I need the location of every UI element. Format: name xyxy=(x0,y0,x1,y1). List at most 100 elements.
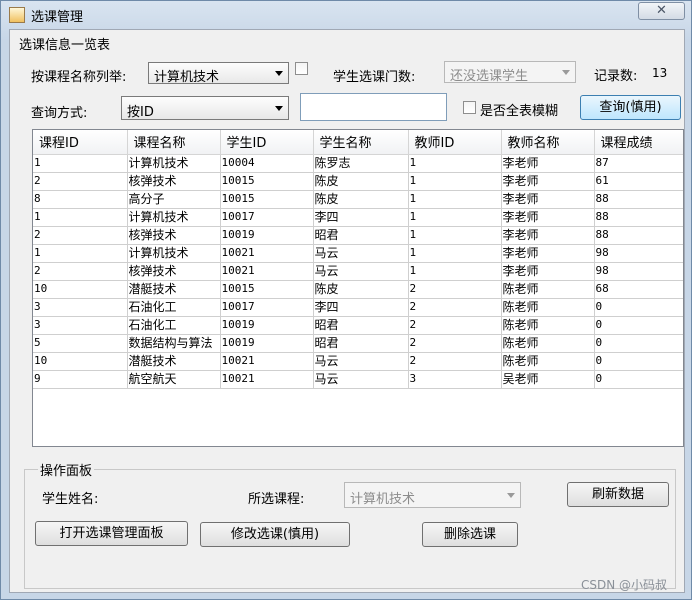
table-cell[interactable]: 10019 xyxy=(220,316,314,335)
table-cell[interactable]: 陈皮 xyxy=(313,280,409,299)
table-cell[interactable]: 1 xyxy=(408,190,502,209)
table-cell[interactable]: 潜艇技术 xyxy=(127,280,221,299)
table-cell[interactable]: 陈老师 xyxy=(501,280,595,299)
column-header[interactable]: 课程ID xyxy=(33,130,128,155)
table-cell[interactable]: 2 xyxy=(408,316,502,335)
table-cell[interactable]: 李四 xyxy=(313,298,409,317)
table-cell[interactable]: 马云 xyxy=(313,244,409,263)
table-cell[interactable]: 航空航天 xyxy=(127,370,221,389)
table-cell[interactable]: 计算机技术 xyxy=(127,244,221,263)
table-cell[interactable]: 0 xyxy=(594,352,683,371)
table-row[interactable]: 10 潜艇技术 10021 马云 2 陈老师 0 xyxy=(33,352,683,371)
table-cell[interactable]: 数据结构与算法 xyxy=(127,334,221,353)
table-cell[interactable]: 10021 xyxy=(220,262,314,281)
table-cell[interactable]: 0 xyxy=(594,334,683,353)
table-cell[interactable]: 吴老师 xyxy=(501,370,595,389)
table-row[interactable]: 2 核弹技术 10015 陈皮 1 李老师 61 xyxy=(33,172,683,191)
table-cell[interactable]: 2 xyxy=(408,352,502,371)
table-cell[interactable]: 1 xyxy=(408,172,502,191)
table-row[interactable]: 3 石油化工 10017 李四 2 陈老师 0 xyxy=(33,298,683,317)
column-header[interactable]: 教师名称 xyxy=(501,130,595,155)
delete-button[interactable]: 删除选课 xyxy=(422,522,518,547)
table-cell[interactable]: 马云 xyxy=(313,370,409,389)
table-cell[interactable]: 1 xyxy=(408,208,502,227)
table-cell[interactable]: 10019 xyxy=(220,226,314,245)
table-cell[interactable]: 李老师 xyxy=(501,172,595,191)
table-cell[interactable]: 陈老师 xyxy=(501,352,595,371)
table-cell[interactable]: 昭君 xyxy=(313,316,409,335)
table-cell[interactable]: 李老师 xyxy=(501,154,595,173)
table-cell[interactable]: 98 xyxy=(594,244,683,263)
table-cell[interactable]: 昭君 xyxy=(313,334,409,353)
column-header[interactable]: 课程成绩 xyxy=(594,130,683,155)
table-cell[interactable]: 潜艇技术 xyxy=(127,352,221,371)
title-bar[interactable]: 选课管理 ✕ xyxy=(1,1,691,27)
table-cell[interactable]: 核弹技术 xyxy=(127,172,221,191)
table-cell[interactable]: 10015 xyxy=(220,172,314,191)
course-name-combo[interactable]: 计算机技术 xyxy=(148,62,289,85)
table-cell[interactable]: 计算机技术 xyxy=(127,208,221,227)
table-cell[interactable]: 李老师 xyxy=(501,190,595,209)
table-cell[interactable]: 10015 xyxy=(220,280,314,299)
table-cell[interactable]: 2 xyxy=(33,172,128,191)
table-row[interactable]: 5 数据结构与算法 10019 昭君 2 陈老师 0 xyxy=(33,334,683,353)
table-cell[interactable]: 石油化工 xyxy=(127,298,221,317)
course-filter-checkbox[interactable] xyxy=(295,62,308,75)
table-cell[interactable]: 2 xyxy=(33,226,128,245)
modify-button[interactable]: 修改选课(慎用) xyxy=(200,522,350,547)
column-header[interactable]: 学生ID xyxy=(220,130,314,155)
table-cell[interactable]: 87 xyxy=(594,154,683,173)
table-cell[interactable]: 1 xyxy=(408,244,502,263)
table-cell[interactable]: 李四 xyxy=(313,208,409,227)
table-row[interactable]: 10 潜艇技术 10015 陈皮 2 陈老师 68 xyxy=(33,280,683,299)
table-cell[interactable]: 9 xyxy=(33,370,128,389)
table-cell[interactable]: 李老师 xyxy=(501,226,595,245)
open-panel-button[interactable]: 打开选课管理面板 xyxy=(35,521,188,546)
table-cell[interactable]: 马云 xyxy=(313,352,409,371)
table-cell[interactable]: 8 xyxy=(33,190,128,209)
table-cell[interactable]: 马云 xyxy=(313,262,409,281)
table-cell[interactable]: 李老师 xyxy=(501,208,595,227)
table-row[interactable]: 3 石油化工 10019 昭君 2 陈老师 0 xyxy=(33,316,683,335)
table-cell[interactable]: 1 xyxy=(408,262,502,281)
table-row[interactable]: 1 计算机技术 10017 李四 1 李老师 88 xyxy=(33,208,683,227)
table-cell[interactable]: 李老师 xyxy=(501,244,595,263)
table-cell[interactable]: 3 xyxy=(33,298,128,317)
table-row[interactable]: 2 核弹技术 10019 昭君 1 李老师 88 xyxy=(33,226,683,245)
table-row[interactable]: 9 航空航天 10021 马云 3 吴老师 0 xyxy=(33,370,683,389)
table-cell[interactable]: 10004 xyxy=(220,154,314,173)
table-cell[interactable]: 陈老师 xyxy=(501,334,595,353)
table-cell[interactable]: 1 xyxy=(408,226,502,245)
table-cell[interactable]: 核弹技术 xyxy=(127,262,221,281)
refresh-button[interactable]: 刷新数据 xyxy=(567,482,669,507)
table-cell[interactable]: 10017 xyxy=(220,208,314,227)
table-cell[interactable]: 核弹技术 xyxy=(127,226,221,245)
table-cell[interactable]: 0 xyxy=(594,316,683,335)
table-cell[interactable]: 陈老师 xyxy=(501,298,595,317)
table-cell[interactable]: 石油化工 xyxy=(127,316,221,335)
table-cell[interactable]: 88 xyxy=(594,208,683,227)
query-input[interactable] xyxy=(300,93,447,121)
table-cell[interactable]: 陈皮 xyxy=(313,172,409,191)
table-cell[interactable]: 陈老师 xyxy=(501,316,595,335)
table-cell[interactable]: 10019 xyxy=(220,334,314,353)
column-header[interactable]: 学生名称 xyxy=(313,130,409,155)
table-cell[interactable]: 2 xyxy=(33,262,128,281)
table-cell[interactable]: 10 xyxy=(33,352,128,371)
table-cell[interactable]: 5 xyxy=(33,334,128,353)
table-cell[interactable]: 1 xyxy=(33,244,128,263)
table-cell[interactable]: 10021 xyxy=(220,244,314,263)
table-cell[interactable]: 10021 xyxy=(220,352,314,371)
enrollment-table[interactable]: 课程ID 课程名称 学生ID 学生名称 教师ID 教师名称 课程成绩 1 计算机技… xyxy=(32,129,684,447)
table-row[interactable]: 2 核弹技术 10021 马云 1 李老师 98 xyxy=(33,262,683,281)
table-cell[interactable]: 陈罗志 xyxy=(313,154,409,173)
table-cell[interactable]: 88 xyxy=(594,190,683,209)
table-cell[interactable]: 1 xyxy=(33,208,128,227)
table-cell[interactable]: 2 xyxy=(408,334,502,353)
table-cell[interactable]: 0 xyxy=(594,370,683,389)
fuzzy-search-checkbox[interactable] xyxy=(463,101,476,114)
table-cell[interactable]: 10021 xyxy=(220,370,314,389)
table-cell[interactable]: 68 xyxy=(594,280,683,299)
table-cell[interactable]: 李老师 xyxy=(501,262,595,281)
column-header[interactable]: 教师ID xyxy=(408,130,502,155)
